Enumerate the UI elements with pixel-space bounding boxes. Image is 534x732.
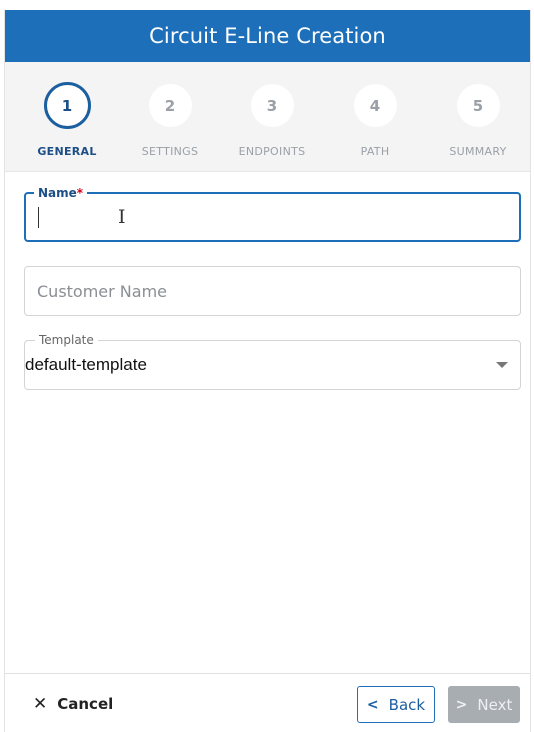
cancel-button[interactable]: ✕ Cancel	[33, 694, 113, 714]
step-label: ENDPOINTS	[238, 145, 306, 158]
dialog-footer: ✕ Cancel < Back > Next	[5, 673, 530, 732]
step-path[interactable]: 4 PATH	[323, 84, 427, 158]
step-number: 4	[353, 84, 397, 127]
required-marker: *	[76, 186, 84, 200]
step-endpoints[interactable]: 3 ENDPOINTS	[220, 84, 324, 158]
step-general[interactable]: 1 GENERAL	[15, 82, 119, 158]
next-label: Next	[477, 695, 513, 714]
back-button[interactable]: < Back	[357, 686, 435, 723]
name-label: Name*	[34, 186, 88, 200]
circuit-creation-dialog: Circuit E-Line Creation 1 GENERAL 2 SETT…	[4, 10, 531, 732]
name-field[interactable]: Name* I	[24, 186, 521, 242]
customer-name-placeholder: Customer Name	[37, 282, 168, 301]
next-button[interactable]: > Next	[448, 686, 520, 723]
back-label: Back	[388, 695, 426, 714]
wizard-stepper: 1 GENERAL 2 SETTINGS 3 ENDPOINTS 4 PATH …	[5, 62, 530, 172]
template-label: Template	[35, 333, 98, 347]
step-settings[interactable]: 2 SETTINGS	[118, 84, 222, 158]
step-number: 1	[43, 82, 91, 129]
step-label: PATH	[360, 145, 390, 158]
template-select[interactable]: Template default-template	[24, 333, 521, 390]
caret-down-icon[interactable]	[496, 362, 508, 368]
step-number: 3	[250, 84, 294, 127]
step-number: 5	[456, 84, 500, 127]
customer-name-field[interactable]: Customer Name	[24, 266, 521, 316]
step-summary[interactable]: 5 SUMMARY	[426, 84, 530, 158]
step-label: SETTINGS	[141, 145, 199, 158]
step-label: GENERAL	[37, 145, 97, 158]
chevron-right-icon: >	[455, 696, 468, 713]
dialog-title: Circuit E-Line Creation	[149, 24, 386, 48]
chevron-left-icon: <	[366, 696, 379, 713]
step-number: 2	[148, 84, 192, 127]
text-caret	[38, 207, 39, 228]
cancel-label: Cancel	[57, 695, 114, 713]
template-value: default-template	[25, 355, 147, 374]
close-icon: ✕	[33, 694, 48, 714]
text-cursor-icon: I	[118, 206, 126, 228]
dialog-header: Circuit E-Line Creation	[5, 10, 530, 62]
step-label: SUMMARY	[449, 145, 507, 158]
